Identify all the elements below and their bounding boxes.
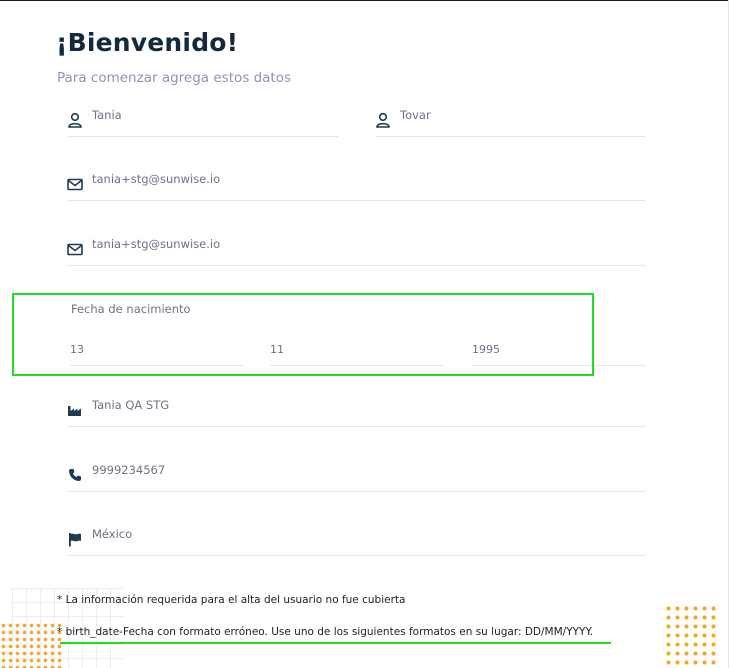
country-value: México	[92, 527, 133, 541]
country-field[interactable]: México	[67, 523, 646, 556]
mail-icon	[67, 176, 83, 192]
page-subtitle: Para comenzar agrega estos datos	[57, 70, 291, 86]
first-name-field[interactable]: Tania	[67, 104, 338, 137]
mail-icon	[67, 241, 83, 257]
user-icon	[375, 112, 391, 128]
company-field[interactable]: Tania QA STG	[67, 394, 646, 427]
last-name-field[interactable]: Tovar	[375, 104, 646, 137]
page-title: ¡Bienvenido!	[56, 28, 239, 57]
email-confirm-value: tania+stg@sunwise.io	[92, 237, 221, 251]
email-value: tania+stg@sunwise.io	[92, 172, 221, 186]
birth-date-format-error: * birth_date-Fecha con formato erróneo. …	[57, 626, 594, 638]
phone-value: 9999234567	[92, 463, 166, 477]
last-name-value: Tovar	[400, 108, 431, 122]
user-icon	[67, 112, 83, 128]
phone-icon	[67, 467, 83, 483]
top-border	[0, 0, 729, 1]
birth-date-error-highlight	[60, 642, 611, 644]
company-value: Tania QA STG	[92, 398, 170, 412]
phone-field[interactable]: 9999234567	[67, 459, 646, 492]
flag-icon	[67, 531, 83, 547]
email-confirm-field[interactable]: tania+stg@sunwise.io	[67, 233, 646, 266]
factory-icon	[67, 402, 83, 418]
dots-decoration-left	[0, 622, 64, 668]
birth-date-highlight	[12, 293, 594, 376]
first-name-value: Tania	[92, 108, 122, 122]
required-info-error: * La información requerida para el alta …	[57, 594, 406, 606]
dots-decoration-right	[664, 604, 720, 668]
email-field[interactable]: tania+stg@sunwise.io	[67, 168, 646, 201]
birth-year-underline	[593, 365, 646, 366]
